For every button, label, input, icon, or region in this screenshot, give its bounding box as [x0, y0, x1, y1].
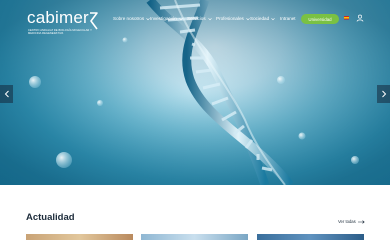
nav-item-label: Investigación: [150, 16, 177, 21]
hero-slider: cabimer CENTRO ANDALUZ DE BIOLOGÍA MOLEC…: [0, 0, 390, 185]
nav-item-label: Profesionales: [216, 16, 244, 21]
logo-subtitle: CENTRO ANDALUZ DE BIOLOGÍA MOLECULAR Y M…: [28, 29, 92, 36]
nav-item-sobre-nosotros[interactable]: Sobre nosotros: [113, 16, 150, 21]
nav-item-label: Sobre nosotros: [113, 16, 145, 21]
universidad-button[interactable]: Universidad: [301, 14, 339, 24]
logo-wordmark: cabimer: [27, 8, 89, 27]
news-card[interactable]: [26, 234, 133, 240]
slider-prev-button[interactable]: [0, 85, 13, 103]
nav-item-servicios[interactable]: Servicios: [187, 16, 212, 21]
chevron-down-icon: [179, 17, 183, 20]
slider-next-button[interactable]: [377, 85, 390, 103]
cabimer-logo[interactable]: cabimer CENTRO ANDALUZ DE BIOLOGÍA MOLEC…: [27, 9, 105, 35]
news-cards: [0, 234, 390, 240]
page: cabimer CENTRO ANDALUZ DE BIOLOGÍA MOLEC…: [0, 0, 390, 240]
chevron-down-icon: [271, 17, 275, 20]
nav-item-profesionales[interactable]: Profesionales: [216, 16, 250, 21]
news-card[interactable]: [141, 234, 248, 240]
nav-item-label: Servicios: [187, 16, 206, 21]
chevron-left-icon: [4, 90, 9, 98]
see-all-link[interactable]: Ver todas: [338, 219, 365, 224]
section-title: Actualidad: [26, 212, 75, 223]
logo-mark-icon: [90, 12, 98, 30]
arrow-right-icon: [357, 219, 365, 224]
nav-item-intranet[interactable]: Intranet: [280, 16, 296, 21]
user-account-icon[interactable]: [356, 14, 364, 22]
nav-item-investigacion[interactable]: Investigación: [150, 16, 183, 21]
language-flag-icon[interactable]: [344, 16, 349, 20]
news-card[interactable]: [257, 234, 364, 240]
nav-item-label: Intranet: [280, 16, 296, 21]
nav-item-sociedad[interactable]: Sociedad: [250, 16, 275, 21]
chevron-down-icon: [207, 17, 212, 20]
see-all-label: Ver todas: [338, 219, 356, 224]
nav-item-label: Sociedad: [250, 16, 270, 21]
chevron-right-icon: [381, 90, 386, 98]
